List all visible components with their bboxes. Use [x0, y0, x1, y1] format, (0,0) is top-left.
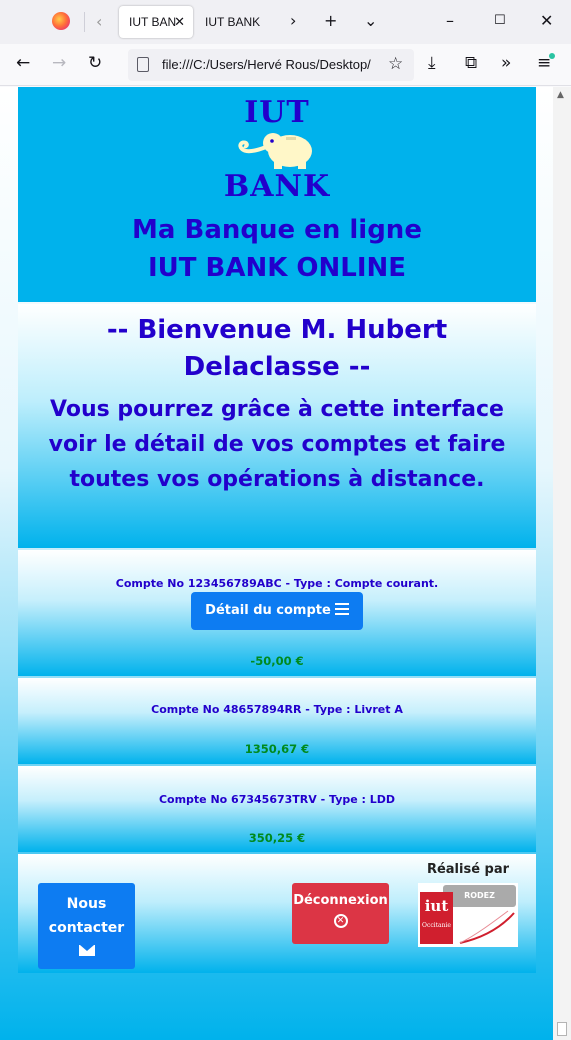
minimize-icon[interactable]: –	[446, 11, 454, 30]
firefox-icon[interactable]	[52, 12, 70, 30]
account-label: Compte No 48657894RR - Type : Livret A	[151, 703, 403, 716]
forward-icon[interactable]: →	[52, 53, 66, 73]
account-balance: 1350,67 €	[244, 742, 310, 756]
scrollbar-thumb[interactable]	[557, 1022, 567, 1036]
close-circle-icon: ✕	[333, 913, 348, 928]
logo-text-iut: IUT	[244, 95, 310, 130]
logout-label: Déconnexion	[293, 893, 388, 908]
logo-text-bank: BANK	[223, 169, 331, 204]
reload-icon[interactable]: ↻	[88, 53, 102, 73]
bookmark-star-icon[interactable]: ☆	[388, 54, 403, 74]
tab-label: IUT BANK	[205, 15, 261, 29]
envelope-icon	[78, 945, 95, 956]
welcome-section: -- Bienvenue M. Hubert Delaclasse -- Vou…	[18, 304, 536, 548]
account-detail-label: Détail du compte	[205, 603, 331, 618]
new-tab-icon[interactable]: +	[324, 11, 337, 30]
tab-bar: ‹ IUT BAN ✕ IUT BANK › + ⌄ – ☐ ✕	[0, 0, 571, 44]
welcome-text: Vous pourrez grâce à cette interface voi…	[48, 397, 506, 492]
iut-logo-subtext: Occitanie	[422, 922, 451, 929]
site-header: IUT BANK Ma Banque en ligne IUT BANK ONL…	[18, 87, 536, 302]
navigation-bar: ← → ↻ file:///C:/Users/Hervé Rous/Deskto…	[0, 44, 571, 86]
account-detail-button[interactable]: Détail du compte	[191, 592, 363, 630]
address-bar[interactable]: file:///C:/Users/Hervé Rous/Desktop/ ☆	[128, 49, 414, 81]
welcome-title: -- Bienvenue M. Hubert Delaclasse --	[106, 315, 448, 382]
account-balance: -50,00 €	[250, 654, 304, 668]
elephant-logo-icon	[238, 133, 312, 169]
scroll-up-icon[interactable]: ▲	[557, 90, 564, 100]
tab-scroll-left-icon[interactable]: ‹	[96, 12, 102, 31]
account-label: Compte No 67345673TRV - Type : LDD	[158, 793, 396, 806]
contact-label: Nous contacter	[48, 896, 125, 936]
overflow-icon[interactable]: »	[501, 53, 511, 73]
account-card: Compte No 67345673TRV - Type : LDD 350,2…	[18, 766, 536, 852]
account-label: Compte No 123456789ABC - Type : Compte c…	[115, 577, 439, 590]
tab-separator	[84, 12, 85, 32]
close-window-icon[interactable]: ✕	[540, 11, 553, 30]
iut-logo-text: iut	[424, 897, 449, 915]
site-footer: Nous contacter Déconnexion ✕ Réalisé par…	[18, 854, 536, 973]
site-title: Ma Banque en ligne	[132, 215, 422, 245]
logout-button[interactable]: Déconnexion ✕	[292, 883, 389, 944]
rodez-badge: RODEZ	[443, 885, 516, 907]
site-subtitle: IUT BANK ONLINE	[147, 253, 407, 283]
credit-label: Réalisé par	[426, 862, 510, 877]
downloads-icon[interactable]: ⤓	[428, 53, 436, 73]
page-content: IUT BANK Ma Banque en ligne IUT BANK ONL…	[18, 87, 536, 973]
tab-iut-bank[interactable]: IUT BANK	[195, 6, 275, 38]
list-icon	[334, 603, 349, 615]
account-card: Compte No 123456789ABC - Type : Compte c…	[18, 550, 536, 676]
swoosh-logo-icon	[459, 910, 515, 944]
url-text[interactable]: file:///C:/Users/Hervé Rous/Desktop/	[162, 57, 380, 72]
close-icon[interactable]: ✕	[174, 6, 185, 38]
account-card: Compte No 48657894RR - Type : Livret A 1…	[18, 678, 536, 764]
tab-scroll-right-icon[interactable]: ›	[290, 11, 296, 30]
iut-rodez-logo[interactable]: RODEZ iut Occitanie	[418, 883, 518, 947]
extensions-icon[interactable]: ⧉	[465, 53, 477, 73]
scrollbar[interactable]	[553, 87, 571, 1040]
account-balance: 350,25 €	[248, 831, 306, 845]
maximize-icon[interactable]: ☐	[494, 13, 506, 28]
tab-list-icon[interactable]: ⌄	[364, 11, 377, 30]
tab-label: IUT BAN	[129, 15, 177, 29]
tab-iut-bank-active[interactable]: IUT BAN ✕	[119, 6, 193, 38]
notification-dot-icon	[549, 53, 555, 59]
contact-button[interactable]: Nous contacter	[38, 883, 135, 969]
back-icon[interactable]: ←	[16, 53, 30, 73]
page-icon	[137, 57, 149, 72]
